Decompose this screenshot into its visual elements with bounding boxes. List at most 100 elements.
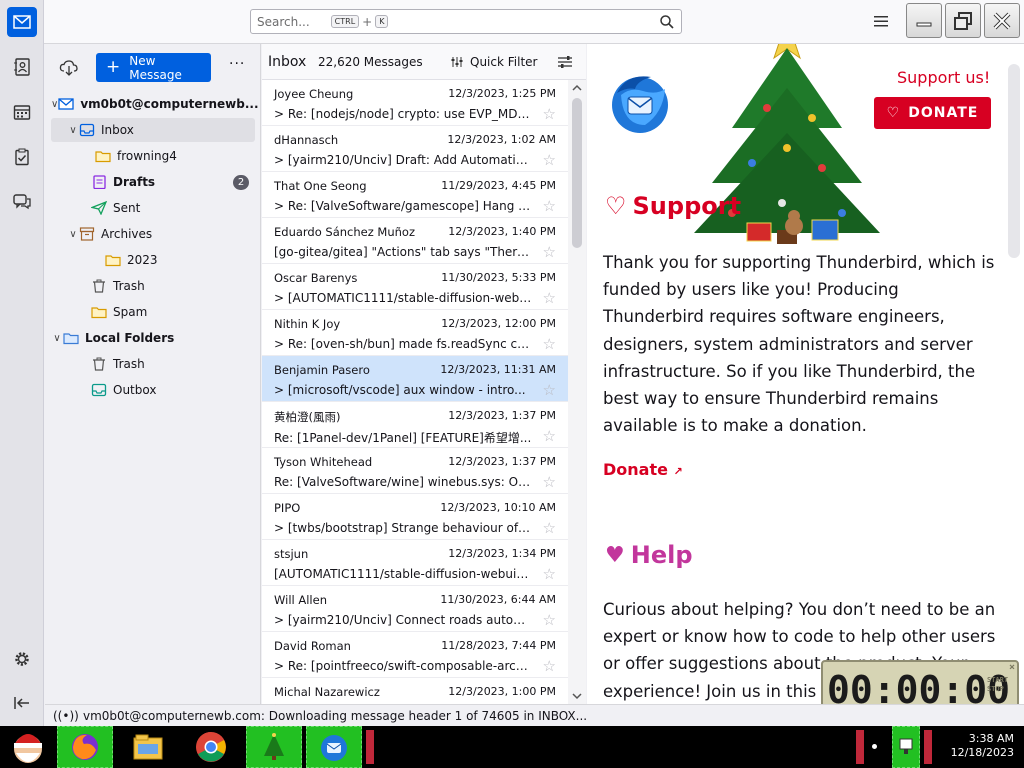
scroll-up-icon[interactable] — [568, 82, 586, 94]
message-date: 11/28/2023, 7:44 PM — [441, 639, 556, 652]
star-icon[interactable]: ☆ — [543, 335, 556, 353]
stopwatch-start-stop[interactable]: START STOP — [987, 676, 1013, 694]
donate-link[interactable]: Donate ↗ — [603, 460, 683, 479]
message-row[interactable]: 黄柏澄(風雨) 12/3/2023, 1:37 PM Re: [1Panel-dev… — [262, 402, 568, 448]
space-settings[interactable] — [7, 644, 37, 674]
message-row[interactable]: Nithin K Joy 12/3/2023, 12:00 PM > Re: [ov… — [262, 310, 568, 356]
chevron-right-icon[interactable]: > — [274, 613, 288, 627]
chevron-right-icon[interactable]: > — [274, 383, 288, 397]
space-tasks[interactable] — [7, 142, 37, 172]
message-list-scrollbar[interactable] — [568, 80, 586, 704]
chevron-down-icon[interactable]: ∨ — [51, 333, 63, 344]
new-message-button[interactable]: + New Message — [96, 53, 211, 82]
chevron-down-icon[interactable]: ∨ — [67, 125, 79, 136]
taskbar-chrome[interactable] — [183, 726, 239, 768]
message-row[interactable]: Tyson Whitehead 12/3/2023, 1:37 PM Re: [Va… — [262, 448, 568, 494]
restore-button[interactable] — [945, 3, 981, 38]
collapse-spaces-button[interactable] — [7, 688, 37, 718]
close-button[interactable] — [984, 3, 1020, 38]
star-icon[interactable]: ☆ — [543, 105, 556, 123]
chevron-right-icon[interactable]: > — [274, 659, 288, 673]
message-row[interactable]: stsjun 12/3/2023, 1:34 PM [AUTOMATIC1111/s… — [262, 540, 568, 586]
scroll-down-icon[interactable] — [568, 690, 586, 702]
folder-spam[interactable]: Spam — [51, 300, 255, 324]
message-row[interactable]: Oscar Barenys 11/30/2023, 5:33 PM > [AUTOM… — [262, 264, 568, 310]
minimize-button[interactable] — [906, 3, 942, 38]
folder-frowning4[interactable]: frowning4 — [51, 144, 255, 168]
star-icon[interactable]: ☆ — [543, 427, 556, 445]
message-row[interactable]: David Roman 11/28/2023, 7:44 PM > Re: [poi… — [262, 632, 568, 678]
chevron-down-icon[interactable]: ∨ — [51, 99, 58, 110]
shortcut-key-k: K — [375, 15, 389, 28]
tray-volume[interactable] — [924, 730, 932, 764]
folder-pane-more-button[interactable]: ··· — [229, 56, 245, 72]
chevron-right-icon[interactable]: > — [274, 107, 288, 121]
account-name: vm0b0t@computernewb... — [80, 97, 259, 111]
star-icon[interactable]: ☆ — [543, 473, 556, 491]
taskbar-file-explorer[interactable] — [120, 726, 176, 768]
chevron-right-icon[interactable]: > — [274, 521, 288, 535]
chevron-right-icon[interactable]: > — [274, 153, 288, 167]
folder-local-trash[interactable]: Trash — [51, 352, 255, 376]
message-row[interactable]: That One Seong 11/29/2023, 4:45 PM > Re: [… — [262, 172, 568, 218]
star-icon[interactable]: ☆ — [543, 381, 556, 399]
search-input[interactable]: Search... CTRL + K — [250, 9, 682, 34]
taskbar-clock[interactable]: 3:38 AM 12/18/2023 — [951, 732, 1014, 760]
gear-icon — [15, 652, 29, 666]
message-row[interactable]: Will Allen 11/30/2023, 6:44 AM > [yairm210… — [262, 586, 568, 632]
star-icon[interactable]: ☆ — [543, 611, 556, 629]
message-row[interactable]: Michal Nazarewicz12/3/2023, 1:00 PM☆ — [262, 678, 568, 704]
app-menu-icon[interactable] — [872, 12, 890, 30]
star-icon[interactable]: ☆ — [543, 657, 556, 675]
folder-outbox[interactable]: Outbox — [51, 378, 255, 402]
chevron-right-icon[interactable]: > — [274, 291, 288, 305]
star-icon[interactable]: ☆ — [543, 289, 556, 307]
account-row[interactable]: ∨ vm0b0t@computernewb... — [51, 92, 259, 116]
local-folders-row[interactable]: ∨ Local Folders — [51, 326, 255, 350]
stopwatch-close-icon[interactable]: × — [1009, 662, 1015, 673]
folder-label: Trash — [113, 279, 145, 293]
star-icon[interactable]: ☆ — [543, 243, 556, 261]
donate-button[interactable]: ♡ DONATE — [874, 97, 991, 129]
star-icon[interactable]: ☆ — [543, 151, 556, 169]
folder-label: Trash — [113, 357, 145, 371]
search-icon[interactable] — [659, 14, 675, 30]
taskbar-thunderbird[interactable] — [306, 726, 362, 768]
clock-time: 3:38 AM — [968, 732, 1014, 745]
message-row[interactable]: PIPO 12/3/2023, 10:10 AM > [twbs/bootstrap… — [262, 494, 568, 540]
folder-title: Inbox — [268, 54, 307, 70]
get-messages-icon[interactable] — [59, 58, 79, 78]
folder-trash[interactable]: Trash — [51, 274, 255, 298]
star-icon[interactable]: ☆ — [543, 565, 556, 583]
message-row[interactable]: Eduardo Sánchez Muñoz 12/3/2023, 1:40 PM [… — [262, 218, 568, 264]
quick-filter-button[interactable]: Quick Filter — [450, 55, 537, 69]
content-scroll-thumb[interactable] — [1008, 64, 1020, 258]
start-button[interactable] — [0, 726, 56, 768]
space-calendar[interactable] — [7, 97, 37, 127]
star-icon[interactable]: ☆ — [543, 519, 556, 537]
thunderbird-window: Search... CTRL + K + New Message ··· ∨ v… — [0, 0, 1024, 768]
message-row[interactable]: Benjamin Pasero 12/3/2023, 11:31 AM > [mic… — [262, 356, 568, 402]
space-address-book[interactable] — [7, 52, 37, 82]
folder-inbox[interactable]: ∨ Inbox — [51, 118, 255, 142]
message-date: 11/30/2023, 5:33 PM — [441, 271, 556, 284]
space-mail[interactable] — [7, 7, 37, 37]
folder-drafts[interactable]: Drafts 2 — [51, 170, 255, 194]
folder-sent[interactable]: Sent — [51, 196, 255, 220]
star-icon[interactable]: ☆ — [543, 197, 556, 215]
chevron-down-icon[interactable]: ∨ — [67, 229, 79, 240]
space-chat[interactable] — [7, 187, 37, 217]
online-status-icon[interactable]: ((•)) — [53, 709, 79, 723]
folder-archives[interactable]: ∨ Archives — [51, 222, 255, 246]
taskbar-firefox[interactable] — [57, 726, 113, 768]
chevron-right-icon[interactable]: > — [274, 199, 288, 213]
message-row[interactable]: Joyee Cheung 12/3/2023, 1:25 PM > Re: [nod… — [262, 80, 568, 126]
folder-2023[interactable]: 2023 — [51, 248, 255, 272]
clock-date: 12/18/2023 — [950, 746, 1014, 759]
taskbar-christmas-tree[interactable] — [246, 726, 302, 768]
chevron-right-icon[interactable]: > — [274, 337, 288, 351]
message-row[interactable]: dHannasch 12/3/2023, 1:02 AM > [yairm210/U… — [262, 126, 568, 172]
scroll-thumb[interactable] — [572, 98, 582, 248]
display-options-icon[interactable] — [556, 53, 574, 71]
tray-network[interactable] — [892, 726, 920, 768]
